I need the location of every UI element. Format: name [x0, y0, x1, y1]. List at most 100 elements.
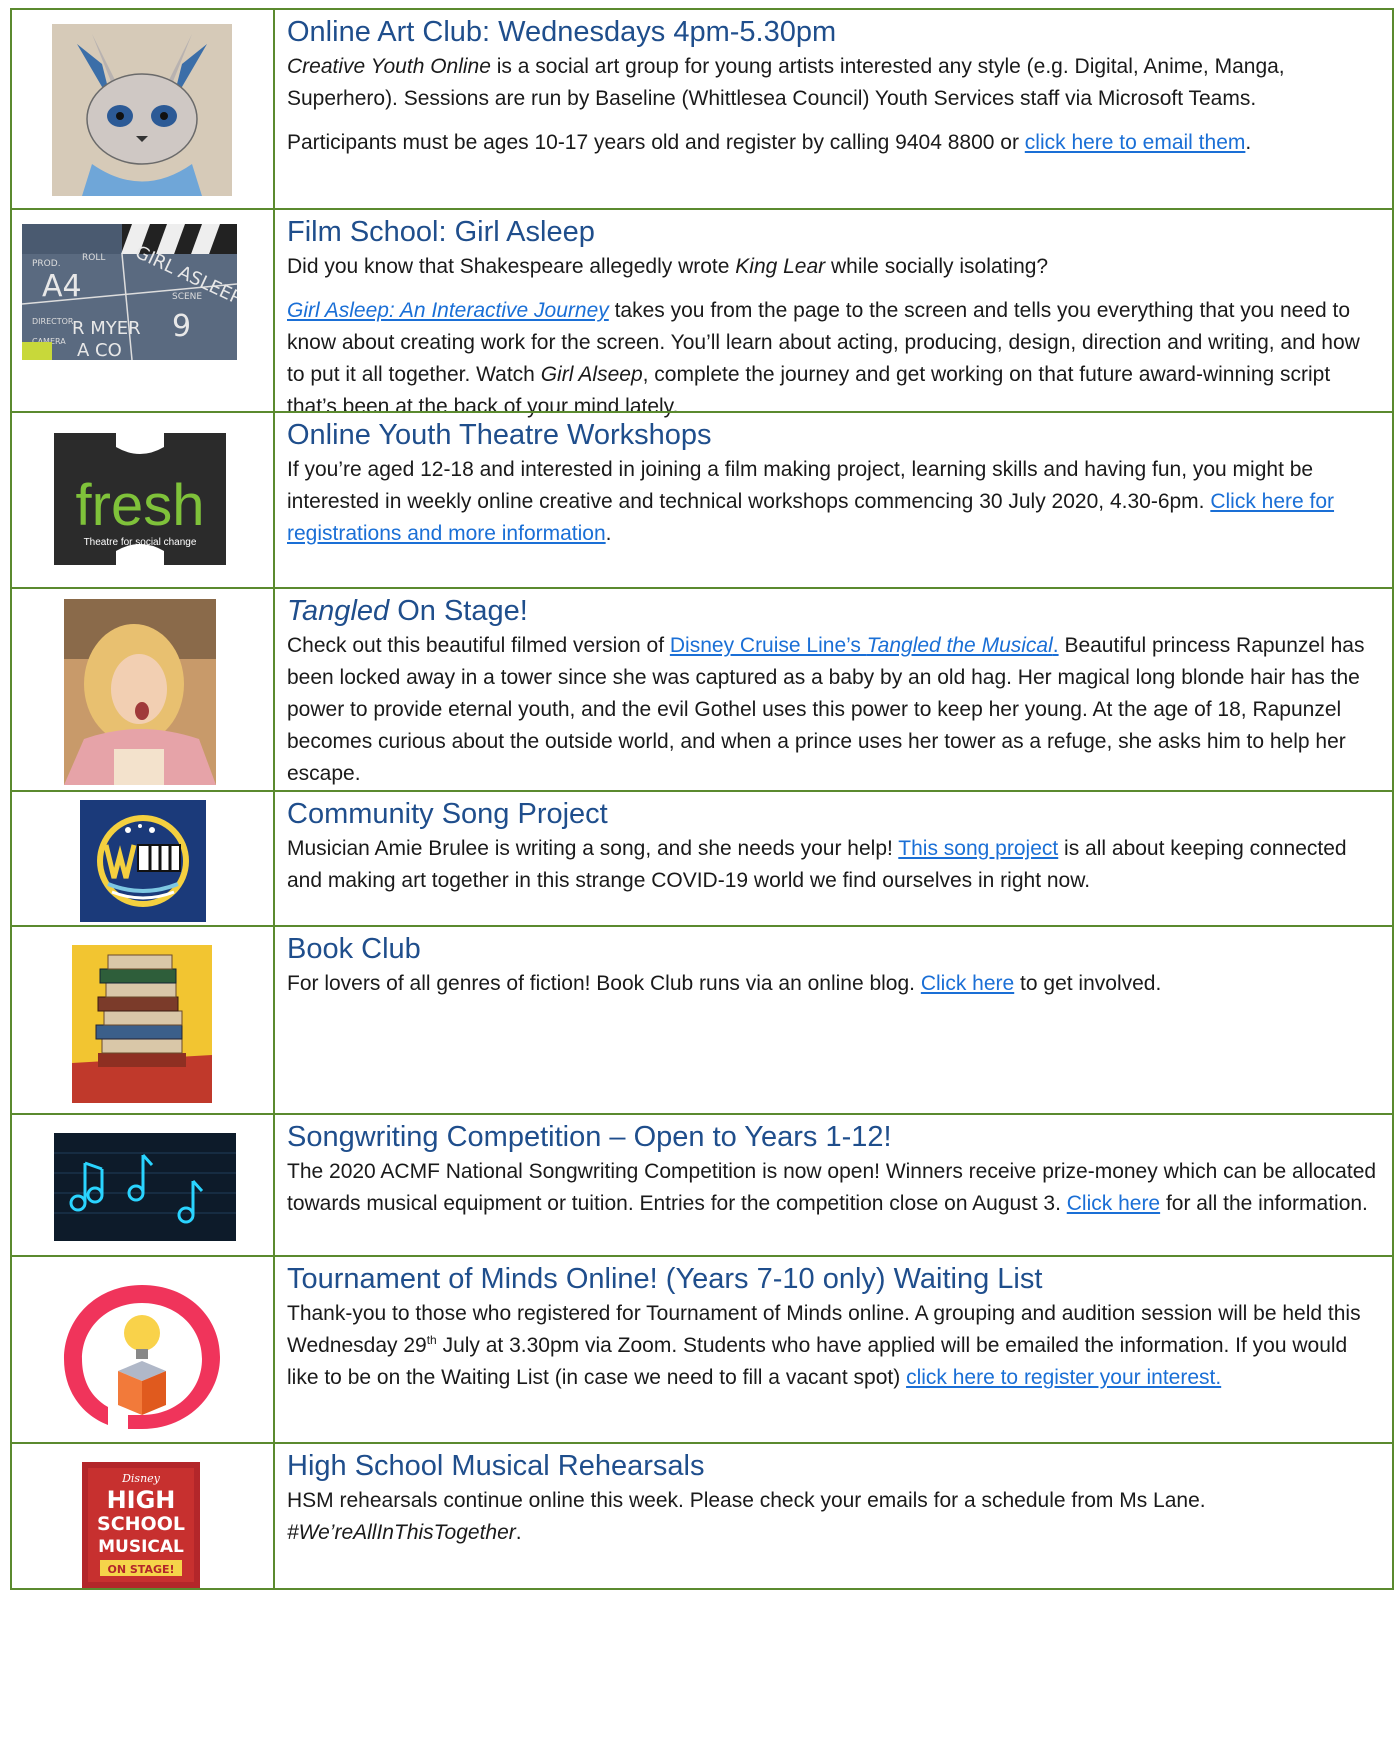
image-cell: [12, 927, 275, 1113]
body-text: If you’re aged 12-18 and interested in j…: [287, 458, 1314, 513]
body-text: Musician Amie Brulee is writing a song, …: [287, 837, 899, 860]
clapper-scene: 9: [172, 309, 191, 344]
item-description: Check out this beautiful filmed version …: [287, 630, 1382, 790]
item-description: Musician Amie Brulee is writing a song, …: [287, 833, 1382, 897]
table-row: Book Club For lovers of all genres of fi…: [10, 925, 1394, 1115]
item-title: Book Club: [287, 933, 421, 965]
item-title: High School Musical Rehearsals: [287, 1450, 705, 1482]
image-cell: fresh Theatre for social change: [12, 413, 275, 587]
item-title: Film School: Girl Asleep: [287, 216, 595, 248]
poster-line: SCHOOL: [97, 1513, 185, 1535]
table-row: PROD. ROLL A4 GIRL ASLEEP SCENE 9 DIRECT…: [10, 208, 1394, 418]
body-text: for all the information.: [1160, 1192, 1368, 1215]
clapper-label: SCENE: [172, 292, 202, 302]
item-description: The 2020 ACMF National Songwriting Compe…: [287, 1156, 1382, 1220]
body-text: HSM rehearsals continue online this week…: [287, 1489, 1206, 1512]
body-text: .: [515, 1521, 522, 1544]
item-title: Online Youth Theatre Workshops: [287, 419, 712, 451]
item-description: Girl Asleep: An Interactive Journey take…: [287, 295, 1382, 423]
poster-line: ON STAGE!: [107, 1563, 174, 1576]
body-text: For lovers of all genres of fiction! Boo…: [287, 972, 921, 995]
title-text: On Stage!: [389, 595, 528, 627]
text-cell: Online Art Club: Wednesdays 4pm-5.30pm C…: [275, 10, 1392, 208]
body-text: Participants must be ages 10-17 years ol…: [287, 131, 1025, 154]
image-cell: PROD. ROLL A4 GIRL ASLEEP SCENE 9 DIRECT…: [12, 210, 275, 411]
neon-music-notes-image: [54, 1133, 236, 1241]
song-project-logo: [80, 800, 206, 922]
table-row: Songwriting Competition – Open to Years …: [10, 1113, 1394, 1257]
emphasis-text: Creative Youth Online: [287, 55, 491, 78]
rapunzel-photo: [64, 599, 216, 785]
body-text: to get involved.: [1014, 972, 1162, 995]
item-intro: Did you know that Shakespeare allegedly …: [287, 251, 1382, 283]
link-text: Disney Cruise Line’s: [669, 634, 867, 657]
clapper-label: PROD.: [32, 259, 61, 269]
fresh-tagline: Theatre for social change: [84, 537, 197, 548]
title-emphasis: Tangled: [287, 595, 390, 627]
item-description: For lovers of all genres of fiction! Boo…: [287, 968, 1382, 1000]
song-project-link[interactable]: This song project: [898, 837, 1058, 860]
item-title: Tournament of Minds Online! (Years 7-10 …: [287, 1263, 1043, 1295]
fox-artwork-image: [52, 24, 232, 196]
item-title: Community Song Project: [287, 798, 608, 830]
table-row: Tangled On Stage! Check out this beautif…: [10, 587, 1394, 792]
item-description: Creative Youth Online is a social art gr…: [287, 51, 1382, 115]
text-cell: Tangled On Stage! Check out this beautif…: [275, 589, 1392, 790]
waiting-list-link[interactable]: click here to register your interest.: [906, 1366, 1221, 1389]
activities-table: Online Art Club: Wednesdays 4pm-5.30pm C…: [10, 8, 1394, 1590]
image-cell: [12, 1115, 275, 1255]
poster-line: MUSICAL: [98, 1537, 184, 1557]
text-cell: Online Youth Theatre Workshops If you’re…: [275, 413, 1392, 587]
item-description: If you’re aged 12-18 and interested in j…: [287, 454, 1382, 550]
table-row: fresh Theatre for social change Online Y…: [10, 411, 1394, 589]
table-row: Community Song Project Musician Amie Bru…: [10, 790, 1394, 927]
text-cell: Film School: Girl Asleep Did you know th…: [275, 210, 1392, 418]
email-link[interactable]: click here to email them: [1025, 131, 1246, 154]
emphasis-text: Girl Alseep: [540, 363, 643, 386]
tangled-musical-link[interactable]: Disney Cruise Line’s Tangled the Musical…: [670, 634, 1059, 657]
item-title: Songwriting Competition – Open to Years …: [287, 1121, 892, 1153]
image-cell: [12, 589, 275, 790]
ordinal-suffix: th: [426, 1333, 437, 1347]
girl-asleep-link[interactable]: Girl Asleep: An Interactive Journey: [287, 299, 609, 322]
fresh-wordmark: fresh: [76, 473, 205, 538]
competition-link[interactable]: Click here: [1067, 1192, 1160, 1215]
item-title: Tangled On Stage!: [287, 595, 1382, 627]
table-row: Online Art Club: Wednesdays 4pm-5.30pm C…: [10, 8, 1394, 210]
item-registration: Participants must be ages 10-17 years ol…: [287, 127, 1382, 159]
clapper-camera: A CO: [77, 340, 122, 360]
item-title: Online Art Club: Wednesdays 4pm-5.30pm: [287, 16, 837, 48]
table-row: Tournament of Minds Online! (Years 7-10 …: [10, 1255, 1394, 1444]
item-description: Thank-you to those who registered for To…: [287, 1298, 1382, 1394]
book-club-link[interactable]: Click here: [921, 972, 1014, 995]
text-cell: Community Song Project Musician Amie Bru…: [275, 792, 1392, 925]
image-cell: [12, 1257, 275, 1442]
body-text: while socially isolating?: [825, 255, 1049, 278]
hashtag-text: #We’reAllInThisTogether: [287, 1521, 516, 1544]
item-description: HSM rehearsals continue online this week…: [287, 1485, 1382, 1549]
book-stack-image: [72, 945, 212, 1103]
image-cell: [12, 792, 275, 925]
table-row: Disney HIGH SCHOOL MUSICAL ON STAGE! Hig…: [10, 1442, 1394, 1590]
lightbulb-head-icon: [56, 1279, 228, 1431]
body-text: .: [1245, 131, 1252, 154]
poster-line: HIGH: [107, 1486, 176, 1514]
poster-brand: Disney: [121, 1472, 161, 1485]
body-text: Did you know that Shakespeare allegedly …: [287, 255, 736, 278]
clapper-roll: A4: [42, 269, 82, 304]
clapper-director: R MYER: [72, 318, 141, 339]
fresh-logo: fresh Theatre for social change: [46, 425, 234, 573]
text-cell: Book Club For lovers of all genres of fi…: [275, 927, 1392, 1113]
text-cell: High School Musical Rehearsals HSM rehea…: [275, 1444, 1392, 1588]
hsm-poster: Disney HIGH SCHOOL MUSICAL ON STAGE!: [82, 1462, 200, 1588]
body-text: Check out this beautiful filmed version …: [287, 634, 670, 657]
emphasis-text: King Lear: [735, 255, 826, 278]
clapper-label: DIRECTOR: [32, 317, 74, 326]
image-cell: Disney HIGH SCHOOL MUSICAL ON STAGE!: [12, 1444, 275, 1588]
body-text: .: [605, 522, 612, 545]
clapperboard-image: PROD. ROLL A4 GIRL ASLEEP SCENE 9 DIRECT…: [22, 224, 237, 360]
clapper-label: ROLL: [82, 253, 105, 263]
image-cell: [12, 10, 275, 208]
text-cell: Songwriting Competition – Open to Years …: [275, 1115, 1392, 1255]
link-emphasis: Tangled the Musical: [866, 634, 1053, 657]
